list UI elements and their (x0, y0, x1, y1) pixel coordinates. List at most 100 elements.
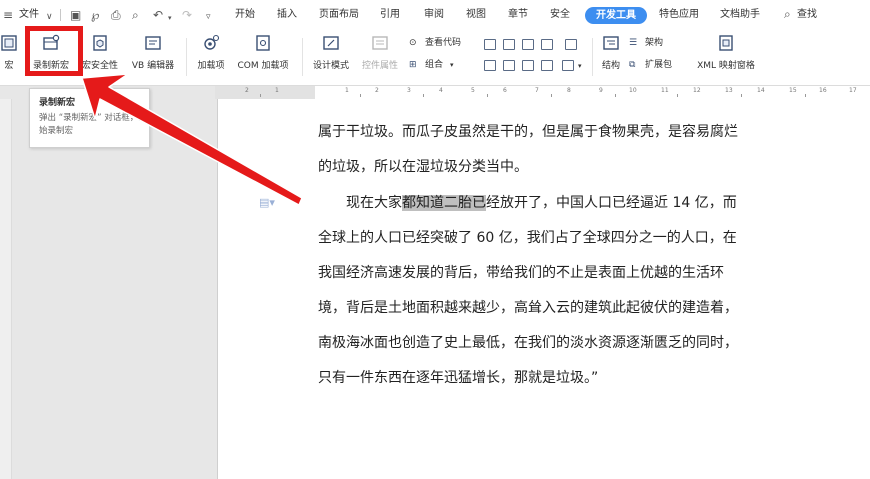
schema-icon[interactable]: ☰ (629, 38, 637, 49)
button-control-icon[interactable] (522, 60, 534, 71)
tab-page-layout[interactable]: 页面布局 (319, 9, 359, 21)
combine-icon[interactable]: ⊞ (409, 60, 417, 71)
tab-home[interactable]: 开始 (235, 9, 255, 21)
control-properties-button[interactable]: 控件属性 (357, 32, 403, 76)
chevron-down-icon[interactable]: ∨ (46, 10, 53, 24)
view-code-icon[interactable]: ⊙ (409, 38, 417, 49)
vb-editor-button[interactable]: VB 编辑器 (127, 32, 179, 76)
document-line-selected[interactable]: 现在大家都知道二胎已经放开了，中国人口已经逼近 14 亿，而 (346, 195, 737, 212)
checkbox-control-icon[interactable] (522, 39, 534, 50)
ruler-number: 15 (789, 87, 797, 94)
expansion-pack-button[interactable]: 扩展包 (645, 60, 672, 71)
search-icon[interactable]: ⌕ (784, 7, 791, 21)
list-control-icon[interactable] (541, 60, 553, 71)
ruler-margin (215, 86, 315, 99)
ruler-number: 9 (599, 87, 603, 94)
ruler-tick (805, 94, 806, 97)
view-code-button[interactable]: 查看代码 (425, 38, 461, 49)
tab-doc-assistant[interactable]: 文档助手 (720, 9, 760, 21)
ruler-number: 6 (503, 87, 507, 94)
paragraph-handle-icon[interactable]: ▤▾ (259, 196, 275, 209)
document-line[interactable]: 只有一件东西在逐年迅猛增长，那就是垃圾。” (318, 370, 598, 387)
combine-dropdown-icon[interactable]: ▾ (450, 60, 454, 71)
document-line[interactable]: 全球上的人口已经突破了 60 亿，我们占了全球四分之一的人口，在 (318, 230, 737, 247)
document-page[interactable] (217, 99, 870, 479)
xml-mapping-button[interactable]: XML 映射窗格 (689, 32, 763, 76)
hamburger-icon[interactable]: ≡ (3, 8, 13, 22)
dropdown-control-icon[interactable] (484, 60, 496, 71)
tab-references[interactable]: 引用 (380, 9, 400, 21)
xml-mapping-label: XML 映射窗格 (697, 61, 755, 71)
com-addins-button[interactable]: COM 加载项 (232, 32, 294, 76)
tab-special-apps[interactable]: 特色应用 (659, 9, 699, 21)
ruler-tick (741, 94, 742, 97)
legacy-tools-dropdown-icon[interactable]: ▾ (578, 61, 582, 72)
vb-editor-icon (145, 36, 161, 50)
macro-security-icon (93, 35, 107, 51)
save-icon[interactable]: ▣ (70, 8, 81, 22)
macro-security-label: 宏安全性 (81, 61, 118, 71)
ribbon-divider (186, 38, 187, 76)
ribbon-divider (592, 38, 593, 76)
pdf-icon[interactable]: ℘ (91, 8, 99, 22)
vertical-ruler[interactable] (0, 99, 12, 479)
ruler-number: 16 (819, 87, 827, 94)
ruler-tick (551, 94, 552, 97)
undo-dropdown-icon[interactable]: ▾ (168, 11, 172, 25)
document-line[interactable]: 境，背后是土地面积越来越少，高耸入云的建筑此起彼伏的建造着， (318, 300, 738, 317)
selected-text[interactable]: 都知道二胎已 (402, 195, 486, 211)
date-control-icon[interactable] (503, 60, 515, 71)
ruler-number: 13 (725, 87, 733, 94)
tooltip-title: 录制新宏 (39, 98, 76, 108)
document-line[interactable]: 属于干垃圾。而瓜子皮虽然是干的，但是属于食物果壳，是容易腐烂 (318, 124, 738, 141)
tab-review[interactable]: 审阅 (424, 9, 444, 21)
ruler-tick (487, 94, 488, 97)
print-preview-icon[interactable]: ⌕ (132, 8, 139, 22)
tab-view[interactable]: 视图 (466, 9, 486, 21)
document-line[interactable]: 南极海冰面也创造了史上最低，在我们的淡水资源逐渐匮乏的同时， (318, 335, 738, 352)
combobox-control-icon[interactable] (565, 39, 577, 50)
document-line[interactable]: 我国经济高速发展的背后，带给我们的不止是表面上优越的生活环 (318, 265, 724, 282)
design-mode-label: 设计模式 (312, 61, 349, 71)
picture-control-icon[interactable] (541, 39, 553, 50)
search-label[interactable]: 查找 (797, 9, 817, 21)
schema-button[interactable]: 架构 (645, 38, 663, 49)
tab-security[interactable]: 安全 (550, 9, 570, 21)
macro-button[interactable]: 宏 (0, 32, 24, 76)
file-menu[interactable]: 文件 (19, 9, 39, 21)
record-macro-icon (43, 34, 60, 50)
addins-button[interactable]: 加载项 (192, 32, 230, 76)
structure-icon (603, 36, 619, 50)
record-macro-button[interactable]: 录制新宏 (28, 32, 74, 76)
structure-label: 结构 (601, 61, 620, 71)
tab-developer-tools[interactable]: 开发工具 (585, 7, 647, 24)
tab-chapter[interactable]: 章节 (508, 9, 528, 21)
print-icon[interactable]: ⎙ (111, 8, 121, 22)
xml-mapping-icon (719, 35, 733, 51)
control-properties-label: 控件属性 (361, 61, 398, 71)
redo-icon[interactable]: ↷ (182, 8, 192, 22)
quick-access-dropdown-icon[interactable]: ▿ (206, 10, 211, 24)
ruler-tick (423, 94, 424, 97)
ruler-number: 7 (535, 87, 539, 94)
ruler-number: 8 (567, 87, 571, 94)
menu-divider (60, 9, 61, 21)
design-mode-button[interactable]: 设计模式 (308, 32, 354, 76)
addins-label: 加载项 (197, 61, 225, 71)
document-line[interactable]: 的垃圾，所以在湿垃圾分类当中。 (318, 159, 528, 176)
text-control-icon[interactable] (484, 39, 496, 50)
legacy-tools-icon[interactable] (562, 60, 574, 71)
ruler-number: 1 (275, 87, 279, 94)
horizontal-ruler[interactable]: 2 1 1 2 3 4 5 6 7 8 9 10 11 12 13 14 15 … (215, 86, 870, 99)
ruler-tick (677, 94, 678, 97)
macro-security-button[interactable]: 宏安全性 (78, 32, 122, 76)
undo-icon[interactable]: ↶ (153, 8, 163, 22)
structure-button[interactable]: 结构 (597, 32, 625, 76)
vb-editor-label: VB 编辑器 (131, 61, 175, 71)
ruler-tick (615, 94, 616, 97)
tab-insert[interactable]: 插入 (277, 9, 297, 21)
expansion-pack-icon[interactable]: ⧉ (629, 60, 635, 71)
combine-button[interactable]: 组合 (425, 60, 443, 71)
rich-text-control-icon[interactable] (503, 39, 515, 50)
menu-bar: ≡ 文件 ∨ ▣ ℘ ⎙ ⌕ ↶ ▾ ↷ ▿ 开始 插入 页面布局 引用 审阅 … (0, 0, 870, 30)
